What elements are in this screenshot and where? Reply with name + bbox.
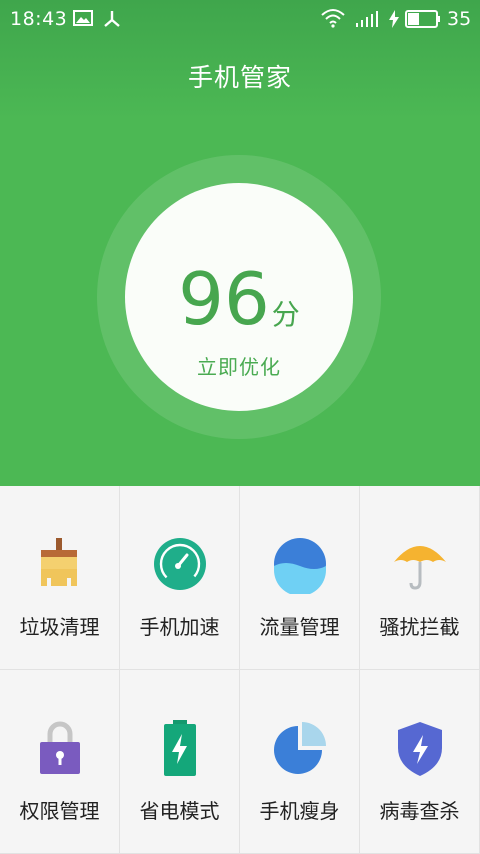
feature-slim[interactable]: 手机瘦身 <box>240 670 360 854</box>
gallery-icon <box>73 10 93 26</box>
score-value: 96 <box>178 257 270 341</box>
feature-label: 权限管理 <box>19 799 100 823</box>
padlock-icon <box>40 721 80 774</box>
feature-block[interactable]: 骚扰拦截 <box>360 486 480 670</box>
health-score: 96分 <box>125 263 353 335</box>
page-title: 手机管家 <box>187 63 292 92</box>
battery-percent: 35 <box>447 8 472 30</box>
feature-power-save[interactable]: 省电模式 <box>120 670 240 854</box>
feature-permission[interactable]: 权限管理 <box>0 670 120 854</box>
optimize-button[interactable]: 96分 立即优化 <box>125 183 353 411</box>
feature-label: 流量管理 <box>259 615 340 639</box>
status-time: 18:43 <box>10 8 68 30</box>
score-ring: 96分 立即优化 <box>97 155 381 439</box>
score-unit: 分 <box>271 298 300 331</box>
shield-icon <box>398 722 442 776</box>
status-bar: 18:43 35 <box>0 0 480 38</box>
feature-label: 省电模式 <box>139 799 220 823</box>
water-wave-icon <box>274 538 326 594</box>
broom-icon <box>41 538 77 586</box>
signal-icon <box>356 11 378 27</box>
feature-speed-up[interactable]: 手机加速 <box>120 486 240 670</box>
feature-label: 病毒查杀 <box>379 799 460 823</box>
wifi-icon <box>321 9 345 28</box>
feature-label: 手机瘦身 <box>259 799 340 823</box>
battery-icon <box>164 720 196 776</box>
usb-icon <box>104 11 120 27</box>
feature-junk-clean[interactable]: 垃圾清理 <box>0 486 120 670</box>
optimize-label: 立即优化 <box>197 355 281 379</box>
feature-antivirus[interactable]: 病毒查杀 <box>360 670 480 854</box>
feature-label: 垃圾清理 <box>19 615 100 639</box>
feature-label: 骚扰拦截 <box>379 615 460 639</box>
battery-level-icon <box>405 10 440 28</box>
feature-label: 手机加速 <box>139 615 220 639</box>
pie-chart-icon <box>274 722 326 774</box>
header-panel: 18:43 35 手机管家 96分 立即优化 <box>0 0 480 486</box>
feature-grid: 垃圾清理 手机加速 流量管理 骚扰拦截 权限管理 省电模式 手机瘦身 病毒查杀 <box>0 486 480 854</box>
umbrella-icon <box>394 546 446 590</box>
speedometer-icon <box>154 538 206 590</box>
charging-bolt-icon <box>389 10 399 28</box>
feature-traffic[interactable]: 流量管理 <box>240 486 360 670</box>
